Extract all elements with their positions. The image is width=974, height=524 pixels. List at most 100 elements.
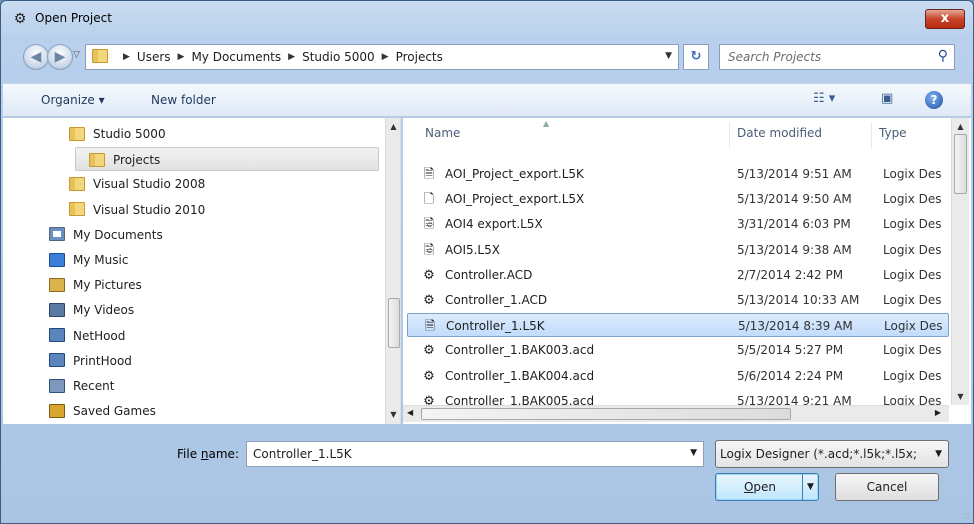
folder-icon xyxy=(69,202,85,217)
file-row[interactable]: 🗋 AOI_Project_export.L5X 5/13/2014 9:50 AM… xyxy=(407,187,949,211)
nav-item[interactable]: Studio 5000 xyxy=(69,122,166,146)
open-button[interactable]: Open ▼ xyxy=(715,473,819,501)
file-type-dropdown-icon[interactable]: ▼ xyxy=(935,449,942,459)
file-row[interactable]: ⚙ Controller_1.BAK003.acd 5/5/2014 5:27 PM… xyxy=(407,338,949,362)
search-input[interactable]: Search Projects ⚲ xyxy=(719,44,955,70)
file-row[interactable]: ⚙ Controller.ACD 2/7/2014 2:42 PM Logix Des xyxy=(407,263,949,287)
folder-icon xyxy=(69,126,85,141)
file-type-cell: Logix Des xyxy=(883,368,942,383)
title-bar[interactable]: ⚙ Open Project x xyxy=(1,1,973,37)
text-file-icon: 🗎 xyxy=(423,167,435,182)
nav-item[interactable]: PrintHood xyxy=(49,349,132,373)
file-type-cell: Logix Des xyxy=(883,293,942,307)
file-horizontal-scrollbar[interactable]: ◀ ▶ xyxy=(403,405,949,422)
chevron-right-icon[interactable]: ▶ xyxy=(382,52,389,62)
scroll-down-icon[interactable]: ▼ xyxy=(952,392,969,401)
nav-item[interactable]: My Pictures xyxy=(49,273,142,297)
videos-icon xyxy=(49,302,65,317)
file-type-cell: Logix Des xyxy=(883,167,942,181)
file-vertical-scrollbar[interactable]: ▲ ▼ xyxy=(951,118,969,405)
view-options-icon[interactable]: ☷ ▾ xyxy=(813,91,835,106)
chevron-right-icon[interactable]: ▶ xyxy=(178,52,185,62)
close-button[interactable]: x xyxy=(925,9,965,29)
window-title: Open Project xyxy=(35,11,112,25)
sort-ascending-icon: ▲ xyxy=(543,119,550,128)
open-options-dropdown-icon[interactable]: ▼ xyxy=(802,474,818,500)
file-type-cell: Logix Des xyxy=(884,319,943,334)
address-dropdown-icon[interactable]: ▼ xyxy=(665,51,672,61)
column-header-date[interactable]: Date modified xyxy=(737,126,822,140)
file-scroll-thumb[interactable] xyxy=(954,134,967,194)
scroll-down-icon[interactable]: ▼ xyxy=(386,410,400,419)
chevron-right-icon[interactable]: ▶ xyxy=(288,52,295,62)
help-icon[interactable]: ? xyxy=(925,91,943,109)
nav-item-label: PrintHood xyxy=(73,353,132,368)
nav-item[interactable]: NetHood xyxy=(49,324,125,348)
nav-item[interactable]: My Videos xyxy=(49,298,134,322)
blank-file-icon: 🗋 xyxy=(423,192,435,208)
nav-item-label: My Pictures xyxy=(73,278,142,293)
file-date-cell: 5/13/2014 8:39 AM xyxy=(738,319,853,334)
scroll-up-icon[interactable]: ▲ xyxy=(952,122,969,131)
scroll-right-icon[interactable]: ▶ xyxy=(935,408,941,417)
breadcrumb-projects[interactable]: Projects xyxy=(396,50,443,64)
nav-scroll-thumb[interactable] xyxy=(388,298,400,348)
recent-pages-dropdown-icon[interactable]: ▽ xyxy=(73,50,80,60)
logix-file-icon: ⚙ xyxy=(423,343,435,359)
resize-grip-icon[interactable]: .:: xyxy=(963,511,970,521)
text-file-icon: 🗎 xyxy=(424,319,436,335)
scroll-left-icon[interactable]: ◀ xyxy=(407,408,413,417)
nav-item[interactable]: Visual Studio 2008 xyxy=(69,172,205,196)
file-type-select[interactable]: Logix Designer (*.acd;*.l5k;*.l5x; ▼ xyxy=(715,440,949,468)
address-bar[interactable]: ▶ Users ▶ My Documents ▶ Studio 5000 ▶ P… xyxy=(85,44,679,70)
file-row[interactable]: ⚙ Controller_1.BAK004.acd 5/6/2014 2:24 PM… xyxy=(407,364,949,388)
new-folder-button[interactable]: New folder xyxy=(151,93,216,107)
nav-item[interactable]: My Music xyxy=(49,248,128,272)
forward-arrow-icon: ▶ xyxy=(54,49,66,65)
nav-item[interactable]: Projects xyxy=(75,147,379,172)
file-row[interactable]: 🗟 AOI4 export.L5X 3/31/2014 6:03 PM Logix D… xyxy=(407,212,949,236)
chevron-right-icon[interactable]: ▶ xyxy=(123,52,130,62)
back-arrow-icon: ◀ xyxy=(30,49,42,65)
file-name-cell: 🗎 Controller_1.L5K xyxy=(422,314,545,339)
breadcrumb-users[interactable]: Users xyxy=(137,50,171,64)
file-row[interactable]: 🗎 Controller_1.L5K 5/13/2014 8:39 AM Logix … xyxy=(407,313,949,339)
breadcrumb-my-documents[interactable]: My Documents xyxy=(191,50,281,64)
column-header-name[interactable]: Name xyxy=(425,126,460,140)
file-name-dropdown-icon[interactable]: ▼ xyxy=(690,448,697,458)
column-divider[interactable] xyxy=(871,122,872,148)
logix-app-icon: ⚙ xyxy=(13,11,27,27)
forward-button[interactable]: ▶ xyxy=(47,44,73,70)
file-date-cell: 5/13/2014 9:38 AM xyxy=(737,242,852,257)
horizontal-scroll-thumb[interactable] xyxy=(421,408,791,420)
nav-item[interactable]: Saved Games xyxy=(49,399,156,423)
preview-pane-icon[interactable]: ▣ xyxy=(881,91,893,106)
back-button[interactable]: ◀ xyxy=(23,44,49,70)
recent-icon xyxy=(49,378,65,393)
refresh-button[interactable]: ↻ xyxy=(683,44,709,70)
folder-icon xyxy=(69,176,85,191)
logix-file-icon: ⚙ xyxy=(423,368,435,384)
address-row: ◀ ▶ ▽ ▶ Users ▶ My Documents ▶ Studio 50… xyxy=(1,41,973,75)
nav-item[interactable]: My Documents xyxy=(49,223,163,247)
cancel-button[interactable]: Cancel xyxy=(835,473,939,501)
file-row[interactable]: 🗎 AOI_Project_export.L5K 5/13/2014 9:51 AM… xyxy=(407,162,949,186)
file-name-value: Controller_1.L5K xyxy=(253,447,352,461)
file-date-cell: 3/31/2014 6:03 PM xyxy=(737,217,851,232)
music-icon xyxy=(49,252,65,267)
nav-vertical-scrollbar[interactable]: ▲ ▼ xyxy=(385,118,400,424)
xml-file-icon: 🗟 xyxy=(423,242,435,258)
file-name-cell: ⚙ Controller_1.ACD xyxy=(421,288,547,313)
organize-menu[interactable]: Organize ▾ xyxy=(41,93,105,107)
column-divider[interactable] xyxy=(729,122,730,148)
command-toolbar: Organize ▾ New folder ☷ ▾ ▣ ? xyxy=(3,83,971,117)
file-row[interactable]: ⚙ Controller_1.ACD 5/13/2014 10:33 AM Logix… xyxy=(407,288,949,312)
scroll-up-icon[interactable]: ▲ xyxy=(386,122,400,131)
nav-item[interactable]: Visual Studio 2010 xyxy=(69,198,205,222)
file-row[interactable]: 🗟 AOI5.L5X 5/13/2014 9:38 AM Logix Des xyxy=(407,238,949,262)
search-icon[interactable]: ⚲ xyxy=(938,48,948,64)
breadcrumb-studio-5000[interactable]: Studio 5000 xyxy=(302,50,375,64)
file-name-input[interactable]: Controller_1.L5K ▼ xyxy=(246,441,704,467)
column-header-type[interactable]: Type xyxy=(879,126,907,140)
nav-item[interactable]: Recent xyxy=(49,374,114,398)
